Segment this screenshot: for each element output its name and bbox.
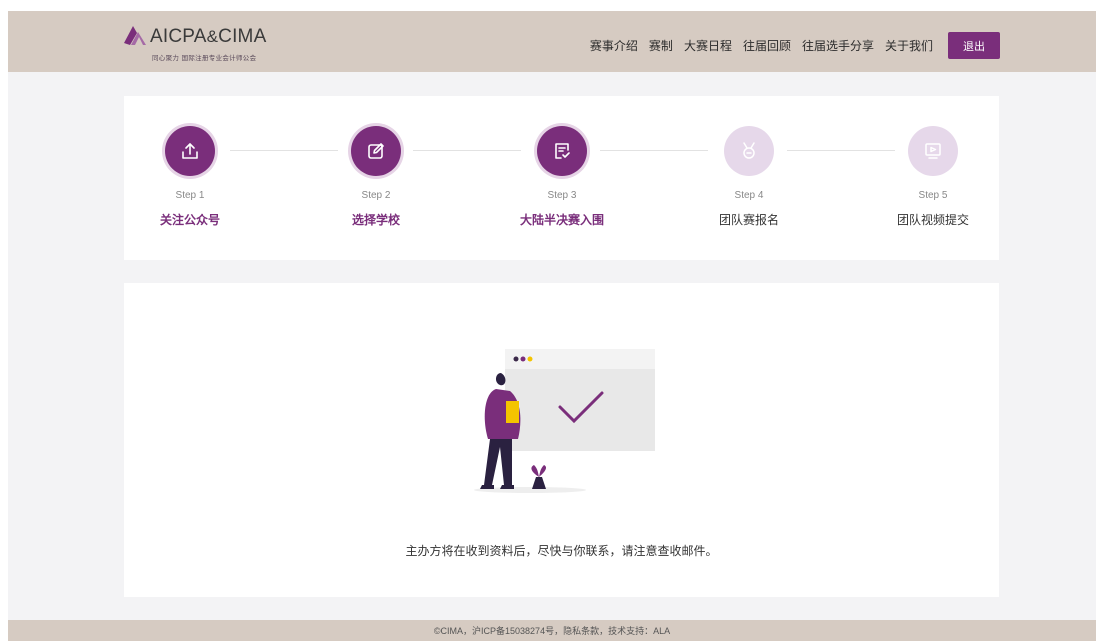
edit-icon [351, 126, 401, 176]
step-number: Step 3 [547, 190, 577, 201]
logo-tagline: 同心聚力 国际注册专业会计师公会 [152, 54, 257, 62]
step-4[interactable]: Step 4 团队赛报名 [689, 126, 809, 228]
page: AICPA&CIMA 同心聚力 国际注册专业会计师公会 赛事介绍 赛制 大赛日程… [8, 11, 1096, 641]
nav-item-past-review[interactable]: 往届回顾 [743, 37, 791, 54]
top-header: AICPA&CIMA 同心聚力 国际注册专业会计师公会 赛事介绍 赛制 大赛日程… [8, 11, 1096, 72]
logout-button[interactable]: 退出 [948, 32, 1000, 59]
logo-mark-icon [124, 26, 146, 45]
step-title: 团队视频提交 [896, 213, 969, 227]
nav-item-schedule[interactable]: 大赛日程 [684, 37, 732, 54]
nav-item-past-contestants[interactable]: 往届选手分享 [802, 37, 874, 54]
step-number: Step 4 [734, 190, 764, 201]
confirmation-illustration [474, 349, 655, 493]
step-title: 大陆半决赛入围 [519, 213, 604, 227]
main-nav: 赛事介绍 赛制 大赛日程 往届回顾 往届选手分享 关于我们 退出 [579, 32, 1000, 59]
nav-item-format[interactable]: 赛制 [649, 37, 673, 54]
confirmation-panel: 主办方将在收到资料后，尽快与你联系，请注意查收邮件。 [124, 283, 999, 597]
step-title: 关注公众号 [159, 213, 220, 227]
page-footer: ©CIMA，沪ICP备15038274号，隐私条款，技术支持：ALA [8, 620, 1096, 641]
step-number: Step 5 [918, 190, 948, 201]
step-number: Step 1 [175, 190, 205, 201]
step-title: 团队赛报名 [718, 213, 779, 227]
upload-icon [165, 126, 215, 176]
nav-item-about-us[interactable]: 关于我们 [885, 37, 933, 54]
step-3[interactable]: Step 3 大陆半决赛入围 [502, 126, 622, 228]
nav-item-event-intro[interactable]: 赛事介绍 [590, 37, 638, 54]
video-icon [908, 126, 958, 176]
step-2[interactable]: Step 2 选择学校 [316, 126, 436, 228]
step-title: 选择学校 [351, 213, 400, 227]
step-5[interactable]: Step 5 团队视频提交 [873, 126, 993, 228]
progress-steps: Step 1 关注公众号 Step 2 选择学校 Step 3 大陆半决赛入围 [124, 96, 999, 260]
step-1[interactable]: Step 1 关注公众号 [130, 126, 250, 228]
aicpa-cima-logo[interactable]: AICPA&CIMA 同心聚力 国际注册专业会计师公会 [122, 22, 312, 66]
step-number: Step 2 [361, 190, 391, 201]
logo-text: AICPA&CIMA [150, 26, 267, 47]
medal-icon [724, 126, 774, 176]
confirmation-message: 主办方将在收到资料后，尽快与你联系，请注意查收邮件。 [405, 544, 718, 558]
checklist-icon [537, 126, 587, 176]
